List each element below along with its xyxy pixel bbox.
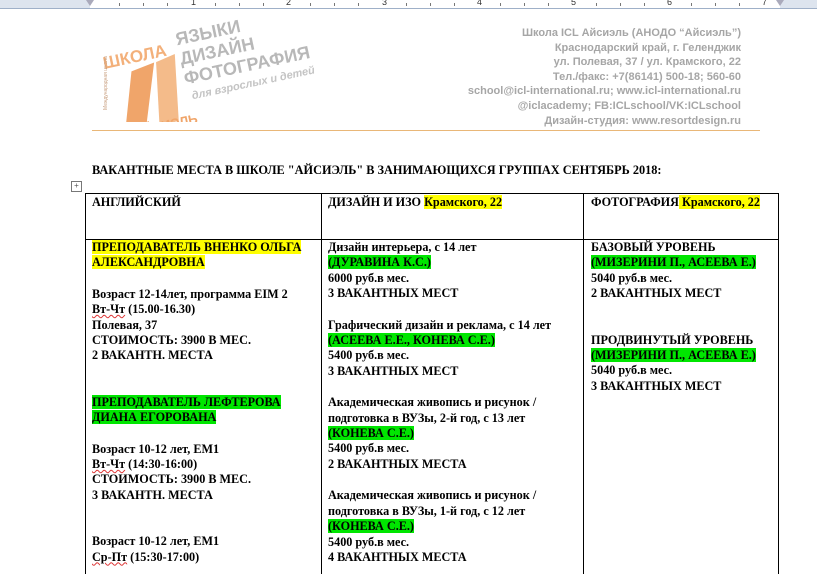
ruler-number: 1 xyxy=(191,0,197,7)
english-column: ПРЕПОДАВАТЕЛЬ ВНЕНКО ОЛЬГА АЛЕКСАНДРОВНА… xyxy=(92,240,302,564)
teacher-name: (КОНЕВА С.Е.) xyxy=(328,519,414,534)
ruler-number: 6 xyxy=(667,0,673,7)
teacher-name: ПРЕПОДАВАТЕЛЬ ЛЕФТЕРОВА ДИАНА ЕГОРОВАНА xyxy=(92,394,281,425)
school-logo: ШКОЛА АЙСИЭЛЬ ЯЗЫКИ ДИЗАЙН ФОТОГРАФИЯ дл… xyxy=(101,16,316,122)
teacher-name: (АСЕЕВА Е.Е., КОНЕВА С.Е.) xyxy=(328,333,495,348)
address-line: Тел./факс: +7(86141) 500-18; 560-60 xyxy=(552,70,741,83)
teacher-name: (КОНЕВА С.Е.) xyxy=(328,426,414,441)
ruler-number: 3 xyxy=(382,0,388,7)
header-photo: ФОТОГРАФИЯ Крамского, 22 xyxy=(591,195,760,209)
document-title: ВАКАНТНЫЕ МЕСТА В ШКОЛЕ "АЙСИЭЛЬ" В ЗАНИ… xyxy=(92,163,662,177)
teacher-name: (МИЗЕРИНИ П., АСЕЕВА Е.) xyxy=(591,348,756,363)
header-design: ДИЗАЙН И ИЗО Крамского, 22 xyxy=(328,195,503,209)
vacancies-table: АНГЛИЙСКИЙ ДИЗАЙН И ИЗО Крамского, 22 ФО… xyxy=(85,193,779,574)
right-indent-marker[interactable] xyxy=(776,0,784,6)
address-line: Школа ICL Айсиэль (АНОДО “Айсиэль”) xyxy=(521,27,741,39)
horizontal-ruler[interactable]: 1 2 3 4 5 6 7 xyxy=(0,0,817,9)
header-english: АНГЛИЙСКИЙ xyxy=(92,195,181,209)
teacher-name: ПРЕПОДАВАТЕЛЬ ВНЕНКО ОЛЬГА АЛЕКСАНДРОВНА xyxy=(92,240,302,270)
logo-side-text: Международная школа xyxy=(103,56,109,110)
teacher-name: (МИЗЕРИНИ П., АСЕЕВА Е.) xyxy=(591,255,756,270)
address-line: ул. Полевая, 37 / ул. Крамского, 22 xyxy=(553,56,741,69)
ruler-number: 2 xyxy=(286,0,292,7)
photo-column: БАЗОВЫЙ УРОВЕНЬ (МИЗЕРИНИ П., АСЕЕВА Е.)… xyxy=(591,240,756,393)
table-move-handle-icon[interactable]: + xyxy=(71,181,82,192)
school-contacts: Школа ICL Айсиэль (АНОДО “Айсиэль”) Крас… xyxy=(468,26,741,128)
ruler-number: 7 xyxy=(762,0,768,7)
address-line: Краснодарский край, г. Геленджик xyxy=(554,41,741,54)
photo-address: Крамского, 22 xyxy=(678,195,760,209)
ruler-number: 4 xyxy=(477,0,483,7)
address-line: school@icl-international.ru; www.icl-int… xyxy=(467,85,741,98)
design-address: Крамского, 22 xyxy=(424,195,503,209)
teacher-name: (ДУРАВИНА К.С.) xyxy=(328,255,431,270)
address-line: Дизайн-студия: www.resortdesign.ru xyxy=(544,114,741,127)
ruler-number: 5 xyxy=(571,0,577,7)
address-line: @iclacademy; FB:ICLschool/VK:ICLschool xyxy=(517,99,741,112)
design-column: Дизайн интерьера, с 14 лет (ДУРАВИНА К.С… xyxy=(328,240,552,564)
left-indent-marker[interactable] xyxy=(86,0,94,6)
header-divider xyxy=(92,130,760,131)
